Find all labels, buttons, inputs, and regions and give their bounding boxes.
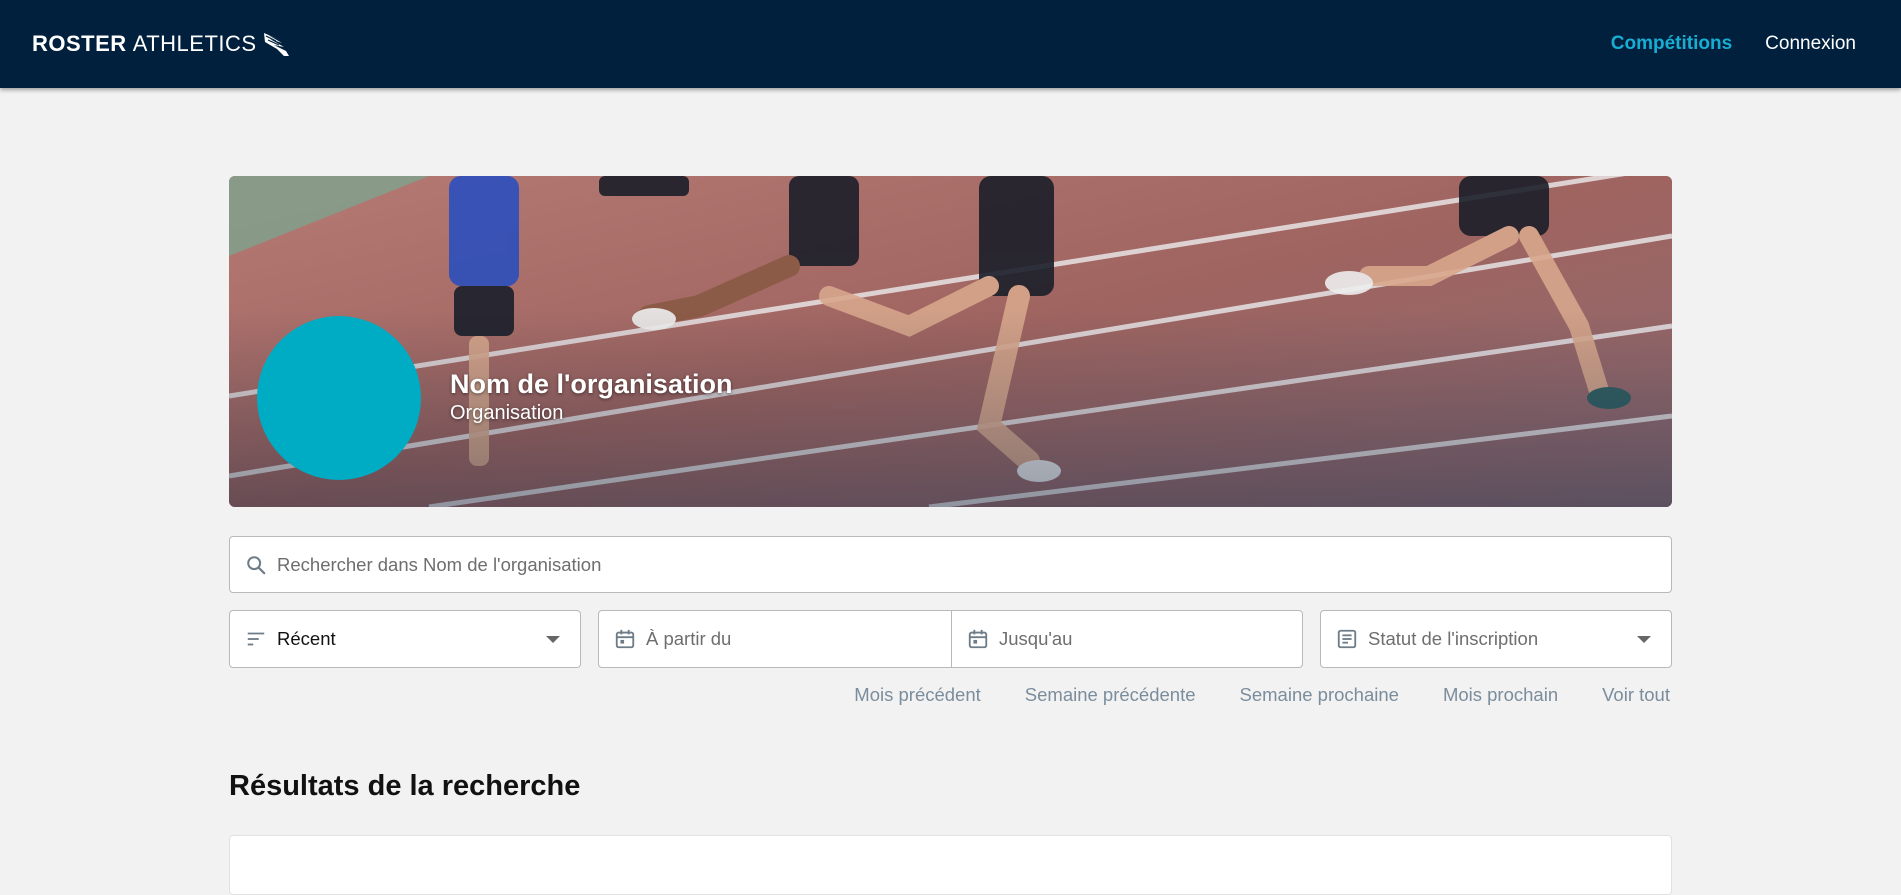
- calendar-icon: [968, 629, 988, 649]
- sort-value: Récent: [277, 628, 336, 649]
- organization-banner: Nom de l'organisation Organisation: [229, 176, 1672, 507]
- calendar-icon: [615, 629, 635, 649]
- range-prev-week[interactable]: Semaine précédente: [1025, 684, 1196, 706]
- nav-competitions[interactable]: Compétitions: [1611, 33, 1732, 55]
- top-navbar: ROSTER ATHLETICS Compétitions Connexion: [0, 0, 1901, 88]
- winged-foot-icon: [263, 33, 289, 56]
- organization-avatar: [257, 316, 421, 480]
- range-next-week[interactable]: Semaine prochaine: [1240, 684, 1399, 706]
- range-prev-month[interactable]: Mois précédent: [854, 684, 980, 706]
- sort-icon: [247, 632, 265, 646]
- main-nav: Compétitions Connexion: [1611, 33, 1856, 55]
- date-from-placeholder: À partir du: [646, 628, 732, 649]
- chevron-down-icon: [546, 636, 560, 643]
- quick-date-ranges: Mois précédent Semaine précédente Semain…: [854, 684, 1670, 706]
- results-title: Résultats de la recherche: [229, 770, 581, 802]
- sort-select[interactable]: Récent: [229, 610, 581, 668]
- brand-name-light: ATHLETICS: [132, 31, 257, 56]
- date-from-field[interactable]: À partir du: [598, 610, 952, 668]
- registration-status-select[interactable]: Statut de l'inscription: [1320, 610, 1672, 668]
- nav-login[interactable]: Connexion: [1765, 33, 1856, 55]
- organization-name: Nom de l'organisation: [450, 369, 733, 399]
- results-card: [229, 835, 1672, 895]
- range-all[interactable]: Voir tout: [1602, 684, 1670, 706]
- search-input[interactable]: [277, 553, 1627, 576]
- status-placeholder: Statut de l'inscription: [1368, 628, 1539, 649]
- search-icon: [247, 555, 266, 574]
- brand-name-bold: ROSTER: [32, 31, 127, 56]
- list-icon: [1337, 629, 1357, 649]
- search-field[interactable]: [229, 536, 1672, 593]
- organization-type: Organisation: [450, 402, 564, 424]
- chevron-down-icon: [1637, 636, 1651, 643]
- date-to-field[interactable]: Jusqu'au: [951, 610, 1303, 668]
- date-to-placeholder: Jusqu'au: [999, 628, 1073, 649]
- banner-overlay: [229, 176, 1672, 507]
- range-next-month[interactable]: Mois prochain: [1443, 684, 1558, 706]
- brand-logo[interactable]: ROSTER ATHLETICS: [32, 30, 292, 58]
